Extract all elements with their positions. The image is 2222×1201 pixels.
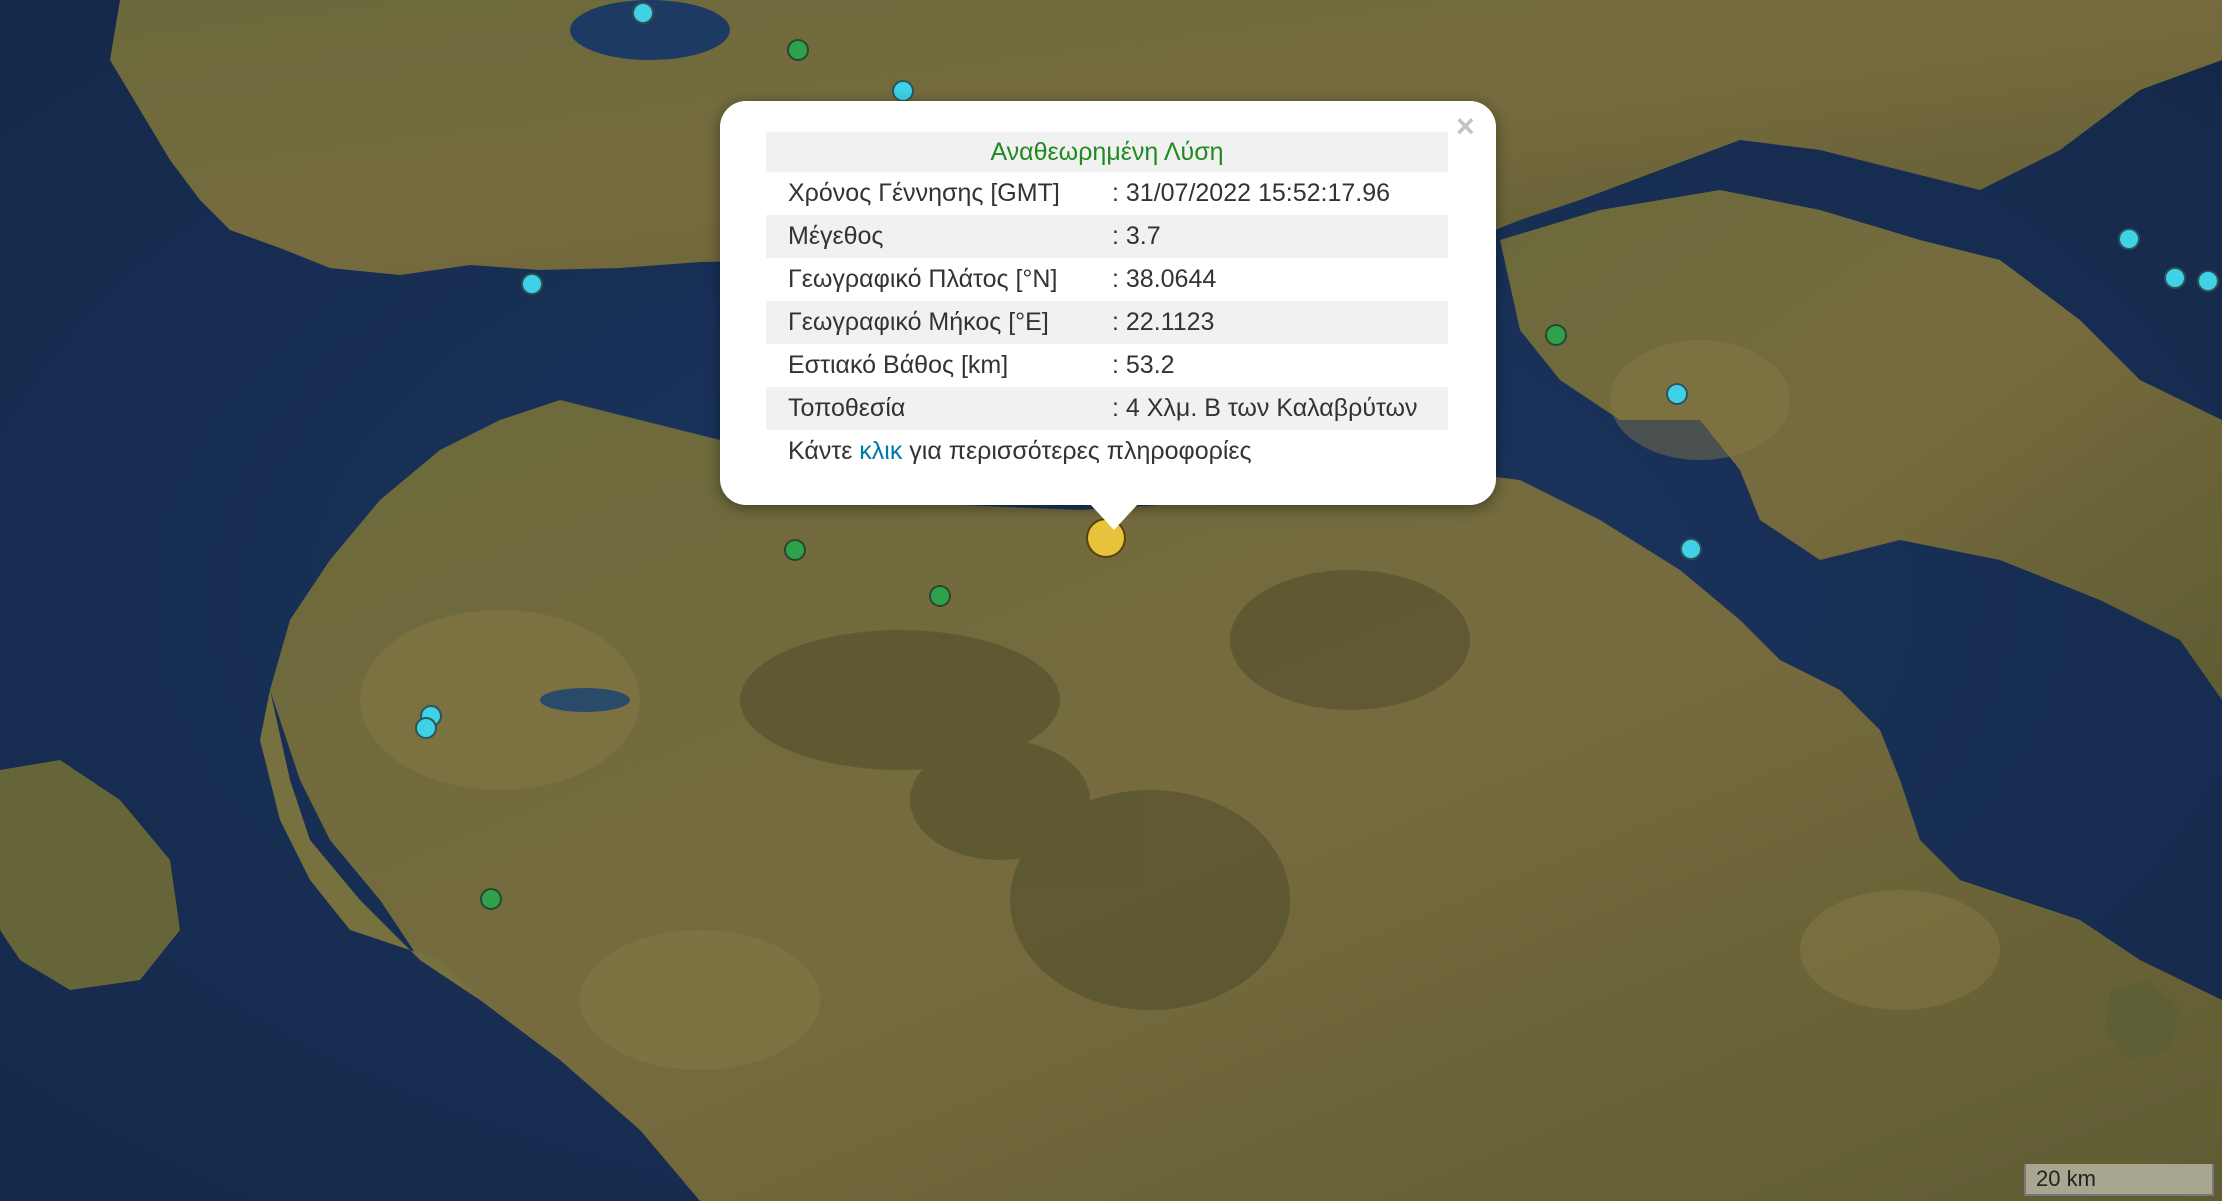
- detail-value: : 53.2: [1112, 351, 1175, 379]
- earthquake-marker[interactable]: [892, 80, 914, 102]
- earthquake-marker[interactable]: [787, 39, 809, 61]
- detail-row-magnitude: Μέγεθος : 3.7: [766, 215, 1448, 258]
- detail-label: Γεωγραφικό Μήκος [°E]: [788, 308, 1049, 336]
- detail-label: Τοποθεσία: [788, 394, 906, 422]
- detail-value: : 4 Χλμ. Β των Καλαβρύτων: [1112, 394, 1418, 422]
- popup-footer: Κάντε κλικ για περισσότερες πληροφορίες: [766, 430, 1448, 473]
- earthquake-details-table: Αναθεωρημένη Λύση Χρόνος Γέννησης [GMT] …: [766, 132, 1448, 473]
- earthquake-marker[interactable]: [1680, 538, 1702, 560]
- scale-bar: 20 km: [2024, 1164, 2214, 1196]
- detail-row-origin-time: Χρόνος Γέννησης [GMT] : 31/07/2022 15:52…: [766, 172, 1448, 215]
- detail-value: : 3.7: [1112, 222, 1161, 250]
- detail-label: Εστιακό Βάθος [km]: [788, 351, 1009, 379]
- popup-tip: [1090, 504, 1138, 530]
- earthquake-marker[interactable]: [929, 585, 951, 607]
- detail-row-depth: Εστιακό Βάθος [km] : 53.2: [766, 344, 1448, 387]
- earthquake-marker[interactable]: [784, 539, 806, 561]
- detail-value: : 22.1123: [1112, 308, 1215, 336]
- earthquake-marker[interactable]: [415, 717, 437, 739]
- detail-row-location: Τοποθεσία : 4 Χλμ. Β των Καλαβρύτων: [766, 387, 1448, 430]
- detail-value: : 38.0644: [1112, 265, 1217, 293]
- popup-title: Αναθεωρημένη Λύση: [766, 132, 1448, 172]
- earthquake-marker[interactable]: [2197, 270, 2219, 292]
- scale-label: 20 km: [2036, 1166, 2096, 1191]
- earthquake-marker[interactable]: [1545, 324, 1567, 346]
- detail-row-latitude: Γεωγραφικό Πλάτος [°N] : 38.0644: [766, 258, 1448, 301]
- detail-row-longitude: Γεωγραφικό Μήκος [°E] : 22.1123: [766, 301, 1448, 344]
- detail-label: Χρόνος Γέννησης [GMT]: [788, 179, 1060, 207]
- detail-label: Μέγεθος: [788, 222, 884, 250]
- earthquake-marker[interactable]: [2164, 267, 2186, 289]
- earthquake-marker[interactable]: [632, 2, 654, 24]
- detail-value: : 31/07/2022 15:52:17.96: [1112, 179, 1391, 207]
- earthquake-marker[interactable]: [480, 888, 502, 910]
- popup-close-button[interactable]: ×: [1456, 108, 1475, 144]
- more-info-link[interactable]: κλικ: [859, 437, 902, 465]
- earthquake-marker[interactable]: [1666, 383, 1688, 405]
- footer-text-before: Κάντε: [788, 437, 860, 465]
- earthquake-marker[interactable]: [521, 273, 543, 295]
- coastal-lagoon: [540, 688, 630, 712]
- earthquake-marker[interactable]: [2118, 228, 2140, 250]
- detail-label: Γεωγραφικό Πλάτος [°N]: [788, 265, 1058, 293]
- footer-text-after: για περισσότερες πληροφορίες: [902, 437, 1252, 465]
